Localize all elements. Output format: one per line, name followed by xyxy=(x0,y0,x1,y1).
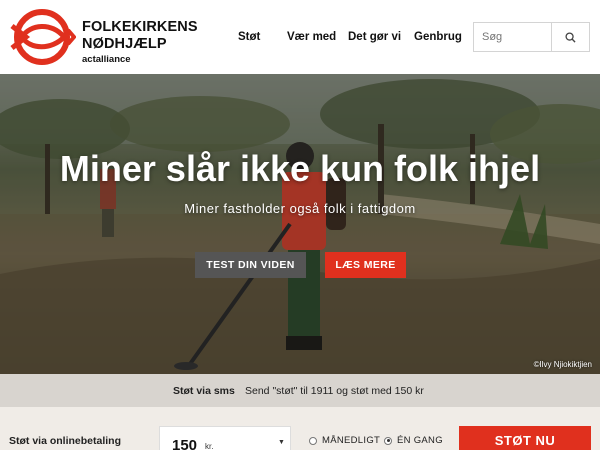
search-icon xyxy=(565,31,576,43)
radio-circle-icon xyxy=(309,436,317,445)
read-more-button[interactable]: LÆS MERE xyxy=(325,252,406,278)
brand-wordmark[interactable]: FOLKEKIRKENS NØDHJÆLP actalliance xyxy=(82,20,198,65)
nav-item-vaer-med[interactable]: Vær med xyxy=(287,31,336,43)
nav-item-stot[interactable]: Støt xyxy=(238,31,260,43)
online-donation-bar: Støt via onlinebetaling 150 kr. ▼ MÅNEDL… xyxy=(0,407,600,450)
sms-label: Støt via sms xyxy=(173,385,235,397)
brand-line-3: actalliance xyxy=(82,54,131,65)
amount-currency: kr. xyxy=(205,442,214,450)
nav-item-genbrug[interactable]: Genbrug xyxy=(414,31,462,43)
donate-now-button[interactable]: STØT NU xyxy=(459,426,591,450)
monthly-radio[interactable]: MÅNEDLIGT xyxy=(309,435,380,446)
amount-value: 150 xyxy=(172,437,198,450)
brand-line-2: NØDHJÆLP xyxy=(82,35,167,52)
sms-instructions: Send "støt" til 1911 og støt med 150 kr xyxy=(245,385,424,397)
hero-title: Miner slår ikke kun folk ihjel xyxy=(59,148,541,189)
hero-subtitle: Miner fastholder også folk i fattigdom xyxy=(184,201,416,216)
search-button[interactable] xyxy=(552,23,589,51)
chevron-down-icon: ▼ xyxy=(278,439,285,446)
monthly-radio-label: MÅNEDLIGT xyxy=(322,435,381,446)
radio-selected-icon xyxy=(384,436,392,445)
sms-donation-bar: Støt via sms Send "støt" til 1911 og stø… xyxy=(0,374,600,407)
brand-line-1: FOLKEKIRKENS xyxy=(82,19,198,35)
fish-circle-logo-icon[interactable] xyxy=(8,8,77,66)
one-time-radio[interactable]: ÉN GANG xyxy=(384,435,443,446)
online-donation-label: Støt via onlinebetaling xyxy=(9,435,122,447)
nav-item-det-gor-vi[interactable]: Det gør vi xyxy=(348,31,401,43)
one-time-radio-label: ÉN GANG xyxy=(397,435,443,446)
search-input[interactable] xyxy=(474,23,552,51)
amount-select[interactable]: 150 kr. ▼ xyxy=(159,426,291,450)
search-box xyxy=(473,22,590,52)
test-your-knowledge-button[interactable]: TEST DIN VIDEN xyxy=(195,252,306,278)
hero-banner: Miner slår ikke kun folk ihjel Miner fas… xyxy=(0,74,600,374)
hero-photo xyxy=(0,74,600,374)
photo-credit: ©Ilvy Njiokiktjien xyxy=(533,360,592,369)
site-header: FOLKEKIRKENS NØDHJÆLP actalliance Støt V… xyxy=(0,0,600,74)
